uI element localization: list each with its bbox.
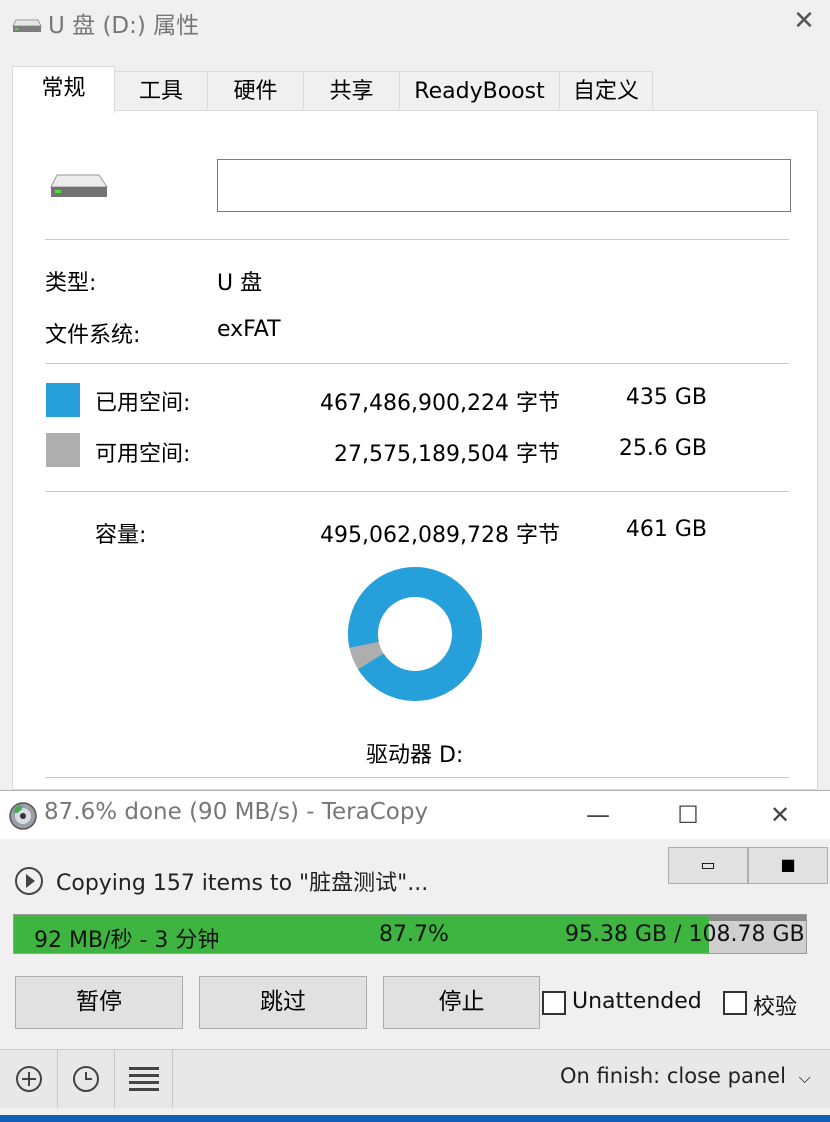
progress-remaining-stripe [708, 915, 806, 921]
stop-button[interactable]: 停止 [383, 976, 540, 1029]
tab-tools[interactable]: 工具 [114, 71, 208, 109]
verify-label[interactable]: 校验 [753, 989, 797, 1021]
teracopy-disc-icon [8, 801, 38, 835]
play-icon[interactable] [14, 866, 44, 900]
skip-button[interactable]: 跳过 [199, 976, 367, 1029]
donut-used-segment [348, 567, 482, 701]
capacity-bytes: 495,062,089,728 字节 [320, 523, 560, 548]
tab-readyboost[interactable]: ReadyBoost [399, 71, 560, 109]
used-space-swatch [46, 383, 80, 417]
progress-bar: 92 MB/秒 - 3 分钟 87.7% 95.38 GB / 108.78 G… [13, 914, 807, 954]
tab-customize[interactable]: 自定义 [559, 71, 653, 109]
drive-large-icon [49, 171, 109, 205]
drive-icon [12, 14, 42, 38]
on-finish-dropdown[interactable]: On finish: close panel ⌵ [560, 1064, 811, 1088]
taskbar [0, 1115, 830, 1122]
on-finish-text: On finish: close panel [560, 1064, 786, 1088]
filesystem-value: exFAT [217, 317, 281, 342]
history-button[interactable] [57, 1050, 115, 1108]
hamburger-menu-icon [128, 1067, 159, 1091]
unattended-checkbox[interactable] [542, 991, 566, 1015]
free-space-swatch [46, 433, 80, 467]
verify-checkbox[interactable] [723, 991, 747, 1015]
window-title: U 盘 (D:) 属性 [48, 13, 200, 39]
menu-button[interactable] [115, 1050, 173, 1108]
stop-icon: ■ [780, 855, 796, 874]
type-value: U 盘 [217, 271, 263, 296]
maximize-button[interactable]: ☐ [664, 795, 712, 835]
free-space-bytes: 27,575,189,504 字节 [334, 442, 560, 467]
drive-name-input[interactable] [217, 159, 791, 212]
tab-sharing[interactable]: 共享 [303, 71, 400, 109]
drive-letter-label: 驱动器 D: [366, 743, 464, 768]
restore-panel-button[interactable]: ▭ [668, 847, 748, 884]
capacity-label: 容量: [95, 523, 147, 548]
separator [45, 777, 789, 778]
used-space-bytes: 467,486,900,224 字节 [320, 391, 560, 416]
capacity-size: 461 GB [625, 517, 707, 542]
tab-general[interactable]: 常规 [12, 66, 115, 113]
usage-donut [348, 567, 482, 701]
title-bar: U 盘 (D:) 属性 ✕ [0, 0, 830, 44]
copy-status-text: Copying 157 items to "脏盘测试"... [56, 871, 429, 896]
separator [45, 491, 789, 492]
chevron-down-icon: ⌵ [798, 1068, 811, 1087]
filesystem-label: 文件系统: [45, 323, 141, 348]
close-button[interactable]: ✕ [788, 6, 820, 38]
general-panel: 类型: U 盘 文件系统: exFAT 已用空间: 467,486,900,22… [12, 110, 818, 790]
tab-hardware[interactable]: 硬件 [207, 71, 304, 109]
used-space-label: 已用空间: [95, 391, 191, 416]
teracopy-title-bar: 87.6% done (90 MB/s) - TeraCopy — ☐ ✕ [0, 791, 830, 839]
separator [45, 363, 789, 364]
close-button[interactable]: ✕ [756, 795, 804, 835]
teracopy-footer: On finish: close panel ⌵ [0, 1049, 830, 1108]
teracopy-window: 87.6% done (90 MB/s) - TeraCopy — ☐ ✕ Co… [0, 790, 830, 1116]
size-progress-text: 95.38 GB / 108.78 GB [565, 922, 805, 947]
teracopy-window-title: 87.6% done (90 MB/s) - TeraCopy [44, 799, 429, 825]
percent-text: 87.7% [379, 922, 449, 947]
window-icon: ▭ [700, 855, 716, 874]
free-space-size: 25.6 GB [618, 436, 707, 461]
speed-eta-text: 92 MB/秒 - 3 分钟 [34, 928, 220, 953]
add-files-button[interactable] [0, 1050, 58, 1108]
plus-circle-icon [15, 1066, 42, 1092]
minimize-button[interactable]: — [574, 795, 622, 835]
free-space-label: 可用空间: [95, 442, 191, 467]
unattended-label[interactable]: Unattended [572, 989, 702, 1014]
used-space-size: 435 GB [625, 385, 707, 410]
pause-button[interactable]: 暂停 [15, 976, 183, 1029]
stop-square-button[interactable]: ■ [748, 847, 828, 884]
drive-properties-window: U 盘 (D:) 属性 ✕ 常规 工具 硬件 共享 ReadyBoost 自定义… [0, 0, 830, 790]
clock-icon [72, 1066, 99, 1092]
type-label: 类型: [45, 271, 97, 296]
separator [45, 239, 789, 240]
